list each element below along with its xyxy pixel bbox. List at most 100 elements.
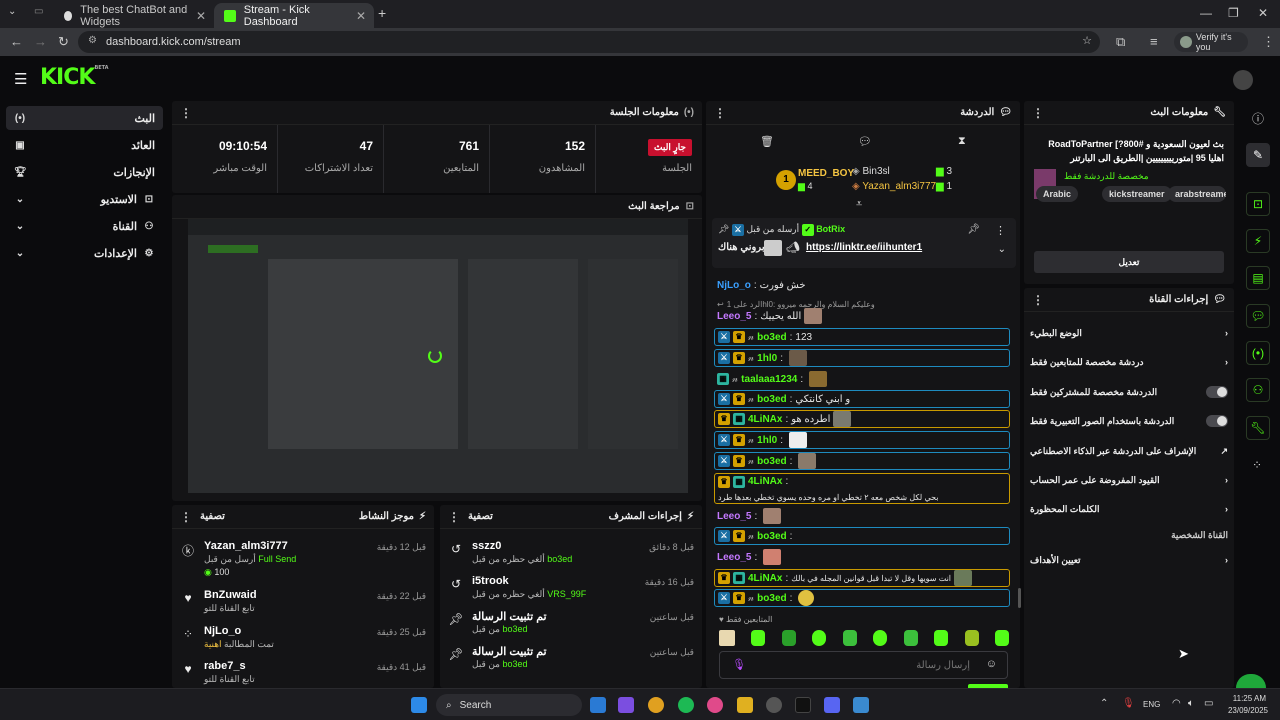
chat-username[interactable]: bo3ed <box>757 394 786 405</box>
close-tab-icon[interactable]: ✕ <box>356 9 366 23</box>
back-icon[interactable]: ← <box>10 34 23 49</box>
channel-action-set-goals[interactable]: تعيين الأهداف › <box>1030 549 1228 571</box>
wrench-rail-icon[interactable]: 🔧︎ <box>1246 416 1270 440</box>
site-info-icon[interactable]: ⚙ <box>88 35 97 46</box>
emote-button[interactable] <box>934 630 949 646</box>
media-icon[interactable]: ≡ <box>1150 34 1158 49</box>
panel-menu-icon[interactable]: ⋮ <box>1032 293 1044 307</box>
emotes-only-toggle[interactable] <box>1206 415 1228 427</box>
help-chat-button[interactable] <box>1236 674 1266 688</box>
chat-message[interactable]: ▦ 𝓃 taalaaa1234: <box>714 370 1010 388</box>
chat-username[interactable]: bo3ed <box>757 332 786 343</box>
chat-message[interactable]: ⚔ ♛ 𝓃 bo3ed: <box>714 527 1010 545</box>
language-indicator[interactable]: ENG <box>1143 700 1160 709</box>
obs-icon[interactable] <box>766 697 782 713</box>
mod-action-row[interactable]: ↺ sszz0 ألغي حظره من قبل bo3ed قبل 8 دقا… <box>448 540 694 574</box>
chat-username[interactable]: Leeo_5 <box>717 552 751 563</box>
panel-menu-icon[interactable]: ⋮ <box>714 106 726 120</box>
stream-preview-video[interactable] <box>188 219 688 493</box>
chat-message[interactable]: Leeo_5: الله يحييك <box>714 307 1010 325</box>
bookmark-star-icon[interactable]: ☆ <box>1082 34 1092 47</box>
chat-username[interactable]: bo3ed <box>757 456 786 467</box>
chat-username[interactable]: taalaaa1234 <box>741 374 797 385</box>
wifi-icon[interactable]: ◠ <box>1172 698 1181 709</box>
chat-rail-icon[interactable]: 💬︎ <box>1246 304 1270 328</box>
discord-icon[interactable] <box>824 697 840 713</box>
chat-username[interactable]: NjLo_o <box>717 280 751 291</box>
emote-button[interactable] <box>719 630 735 646</box>
browser-menu-icon[interactable]: ⋮ <box>1262 34 1275 50</box>
chat-username[interactable]: bo3ed <box>757 593 786 604</box>
maximize-icon[interactable]: ❐ <box>1228 6 1239 20</box>
mod-action-row[interactable]: 📌︎ تم تثبيت الرسالة من قبل bo3ed قبل ساع… <box>448 645 694 679</box>
sidebar-item-stream[interactable]: (•) البث <box>6 106 163 130</box>
minimize-icon[interactable]: — <box>1200 6 1212 20</box>
chat-message[interactable]: ⚔ ♛ 𝓃 1hl0: <box>714 431 1010 449</box>
chat-input[interactable] <box>750 656 970 674</box>
emote-button[interactable] <box>903 630 918 646</box>
url-field[interactable]: ⚙ dashboard.kick.com/stream ☆ <box>78 31 1100 53</box>
panel-menu-icon[interactable]: ⋮ <box>180 510 192 524</box>
emote-button[interactable] <box>964 630 979 646</box>
kick-logo[interactable]: KICKBETA <box>40 65 109 90</box>
visual-studio-icon[interactable] <box>618 697 634 713</box>
subscribers-only-toggle[interactable] <box>1206 386 1228 398</box>
chat-username[interactable]: 4LiNAx <box>748 573 782 584</box>
leader-name[interactable]: MEED_BOY <box>798 168 854 179</box>
broadcast-rail-icon[interactable]: (•) <box>1246 341 1270 365</box>
stream-tag[interactable]: Arabic <box>1036 186 1079 202</box>
emote-button[interactable] <box>873 630 888 646</box>
taskbar-search[interactable]: ⌕ Search <box>436 694 582 716</box>
tab-search-icon[interactable]: ⌄ <box>8 6 16 17</box>
activity-row[interactable]: ⁘ NjLo_o تمت المطالبة اهنية قبل 25 دقيقة <box>180 625 426 659</box>
channel-action-emotes-only[interactable]: الدردشة باستخدام الصور التعبيرية فقط <box>1030 410 1228 432</box>
chat-username[interactable]: 1hl0 <box>757 435 777 446</box>
unpin-icon[interactable]: 📌︎ <box>967 224 980 235</box>
emote-button[interactable] <box>751 630 766 646</box>
emote-button[interactable] <box>781 630 796 646</box>
chat-username[interactable]: 4LiNAx <box>748 476 782 487</box>
leader-entry[interactable]: ◈ Bin3sl <box>852 166 890 177</box>
windows-start-icon[interactable] <box>411 697 427 713</box>
channel-action-banned-words[interactable]: الكلمات المحظورة › <box>1030 498 1228 520</box>
panel-menu-icon[interactable]: ⋮ <box>1032 106 1044 120</box>
profile-chip[interactable]: Verify it's you <box>1174 32 1248 52</box>
activity-row[interactable]: ♥ BnZuwaid تابع القناة للتو قبل 22 دقيقة <box>180 589 426 623</box>
chat-username[interactable]: 4LiNAx <box>748 414 782 425</box>
chat-scrollbar[interactable] <box>1018 588 1021 608</box>
emoji-picker-icon[interactable]: ☺ <box>986 658 997 670</box>
edit-stream-button[interactable]: تعديل <box>1034 251 1224 273</box>
emote-button[interactable] <box>842 630 857 646</box>
chat-message[interactable]: ♛ ▦ 4LiNAx: بحي لكل شخص معه ٢ تخطي او مره و… <box>714 473 1010 504</box>
close-tab-icon[interactable]: ✕ <box>196 9 206 23</box>
spotify-icon[interactable] <box>678 697 694 713</box>
reload-icon[interactable]: ↻ <box>58 34 69 50</box>
clock-date[interactable]: 23/09/2025 <box>1222 706 1268 715</box>
emote-button[interactable] <box>812 630 827 646</box>
channel-action-slow-mode[interactable]: الوضع البطيء › <box>1030 322 1228 344</box>
stream-tag[interactable]: kickstreamer <box>1102 186 1172 202</box>
forward-icon[interactable]: → <box>34 34 47 49</box>
stream-tag[interactable]: arabstreame <box>1168 186 1226 202</box>
channel-action-followers-only[interactable]: دردشة مخصصة للمتابعين فقط › <box>1030 351 1228 373</box>
user-avatar[interactable] <box>1233 70 1253 90</box>
tray-chevron-icon[interactable]: ⌃ <box>1100 698 1108 709</box>
chat-message[interactable]: ⚔ ♛ 𝓃 bo3ed: <box>714 589 1010 607</box>
chat-message[interactable]: ♛ ▦ 4LiNAx: اطرده هو <box>714 410 1010 428</box>
app-icon[interactable] <box>853 697 869 713</box>
chat-message[interactable]: ♛ ▦ 4LiNAx: انت سويها وقل لا تبدا قبل قواني… <box>714 569 1010 587</box>
sidebar-item-settings[interactable]: ⌄ الإعدادات ⚙ <box>6 241 163 265</box>
leader-entry[interactable]: ◈ Yazan_alm3i777 <box>852 181 936 192</box>
expand-pinned-icon[interactable]: ⌄ <box>998 244 1006 255</box>
studio-rail-icon[interactable]: ⊡ <box>1246 192 1270 216</box>
chat-message[interactable]: NjLo_o: خش فورت <box>714 276 1010 294</box>
chat-message[interactable]: ⚔ ♛ 𝓃 bo3ed: <box>714 452 1010 470</box>
chat-message[interactable]: Leeo_5: <box>714 548 1010 566</box>
category-label[interactable]: مخصصة للدردشة فقط <box>1064 171 1149 182</box>
terminal-icon[interactable] <box>795 697 811 713</box>
add-widget-icon[interactable]: ⁘ <box>1252 458 1262 472</box>
mod-rail-icon[interactable]: ⚇ <box>1246 378 1270 402</box>
info-icon[interactable]: ⓘ <box>1252 110 1264 127</box>
mod-action-row[interactable]: 📌︎ تم تثبيت الرسالة من قبل bo3ed قبل ساع… <box>448 610 694 644</box>
filter-button[interactable]: تصفية <box>468 511 493 522</box>
